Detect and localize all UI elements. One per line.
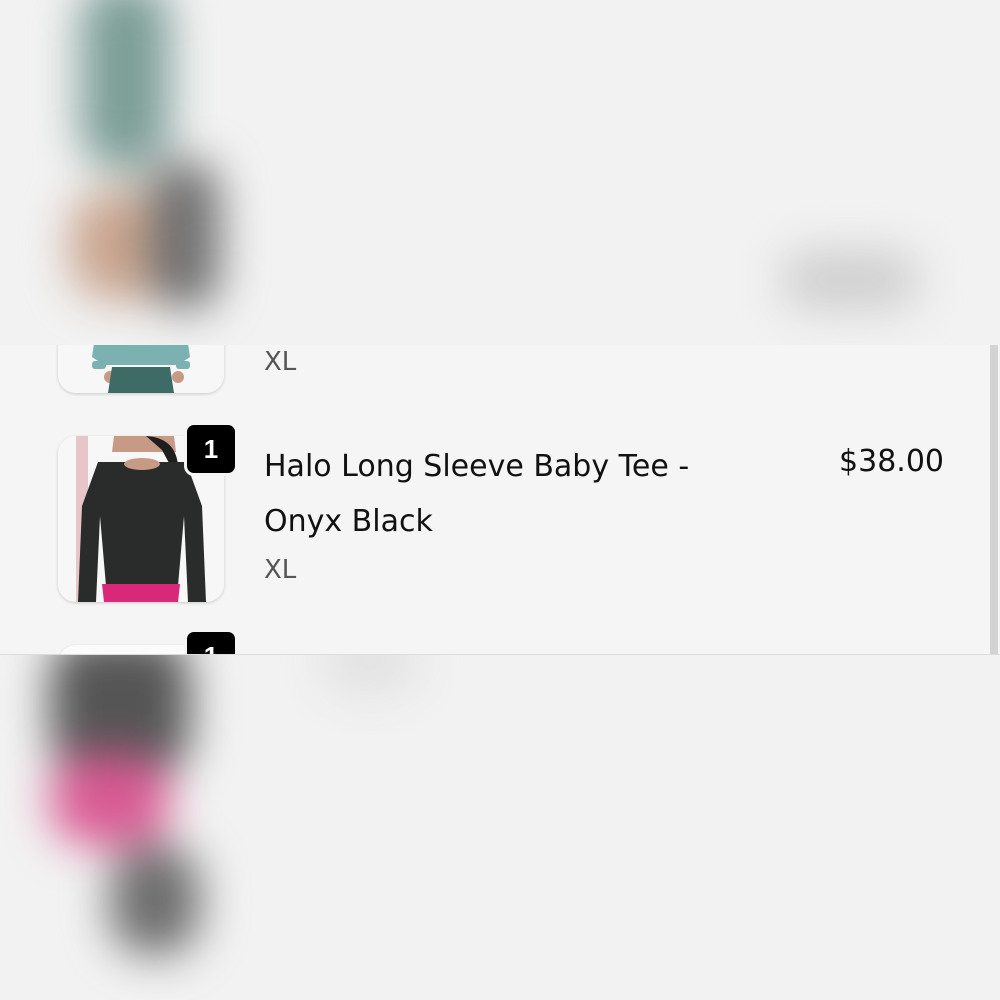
scrollbar[interactable] [990, 345, 998, 654]
quantity-badge: 1 [184, 629, 238, 654]
item-price: $38.00 [839, 444, 944, 479]
item-title-line-2: Onyx Black [264, 504, 433, 539]
product-image-teal-top[interactable] [58, 345, 224, 393]
item-title[interactable]: Halo Long Sleeve Baby Tee - Onyx Black [264, 439, 784, 549]
blurred-background-bottom [0, 655, 1000, 1000]
blurred-background-top [0, 0, 1000, 345]
screen: XL 1 Halo Long Sleeve Baby Tee - Onyx Bl… [0, 0, 1000, 1000]
item-title-line-1: Halo Long Sleeve Baby Tee - [264, 449, 690, 484]
cart-list[interactable]: XL 1 Halo Long Sleeve Baby Tee - Onyx Bl… [0, 345, 1000, 655]
item-variant: XL [264, 347, 297, 377]
quantity-badge: 1 [184, 422, 238, 476]
item-variant: XL [264, 555, 297, 585]
product-photo [58, 345, 224, 393]
